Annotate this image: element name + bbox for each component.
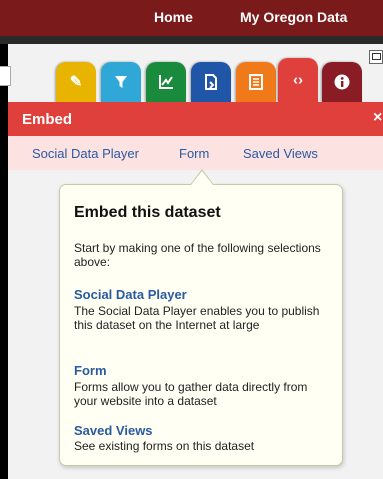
document-icon: [249, 74, 263, 90]
partial-input[interactable]: [0, 66, 11, 86]
embed-subtabs: Social Data Player Form Saved Views: [8, 136, 383, 170]
section-desc-form: Forms allow you to gather data directly …: [74, 380, 308, 408]
tab-info[interactable]: [322, 62, 362, 102]
section-title-form[interactable]: Form: [74, 363, 107, 378]
section-desc-social-data-player: The Social Data Player enables you to pu…: [74, 304, 320, 332]
info-icon: [334, 74, 350, 90]
subtab-social-data-player[interactable]: Social Data Player: [32, 146, 139, 161]
nav-home-link[interactable]: Home: [154, 9, 193, 25]
embed-panel-header: Embed ×: [8, 102, 383, 136]
subtab-saved-views[interactable]: Saved Views: [243, 146, 318, 161]
tab-chart[interactable]: [146, 62, 186, 102]
callout-heading: Embed this dataset: [74, 204, 221, 221]
embed-help-callout: Embed this dataset Start by making one o…: [59, 184, 343, 466]
tab-embed[interactable]: ‹›: [278, 58, 318, 102]
embed-code-icon: ‹›: [293, 71, 303, 89]
section-title-saved-views[interactable]: Saved Views: [74, 423, 153, 438]
callout-intro: Start by making one of the following sel…: [74, 241, 321, 269]
close-icon[interactable]: ×: [373, 109, 382, 127]
chart-icon: [159, 75, 173, 89]
section-desc-saved-views: See existing forms on this dataset: [74, 439, 255, 453]
tab-export[interactable]: [191, 62, 231, 102]
tab-edit[interactable]: ✎: [56, 62, 96, 102]
window-restore-icon[interactable]: [369, 50, 383, 64]
embed-panel-title: Embed: [22, 111, 73, 128]
pencil-icon: ✎: [69, 73, 83, 91]
subtab-form[interactable]: Form: [179, 146, 209, 161]
callout-arrow-fill: [191, 171, 213, 185]
nav-divider: [0, 36, 383, 44]
section-title-social-data-player[interactable]: Social Data Player: [74, 287, 187, 302]
export-icon: [205, 74, 217, 90]
top-nav: Home My Oregon Data: [0, 0, 383, 36]
tab-filter[interactable]: [101, 62, 141, 102]
nav-my-data-link[interactable]: My Oregon Data: [240, 9, 347, 25]
tab-document[interactable]: [236, 62, 276, 102]
filter-icon: [115, 76, 127, 88]
